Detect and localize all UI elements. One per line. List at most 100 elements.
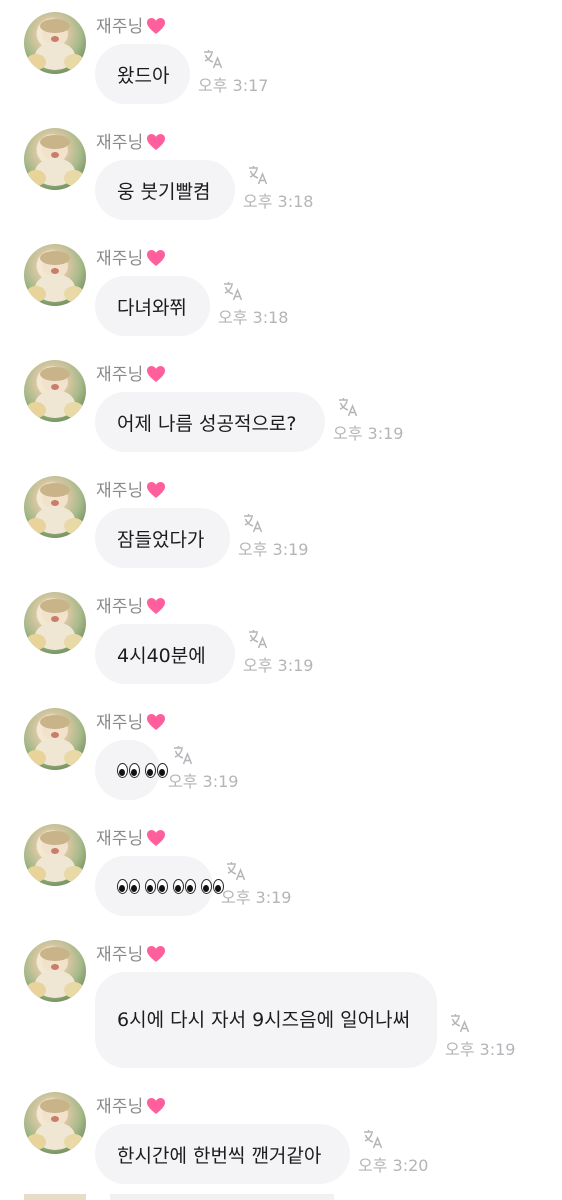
heart-icon xyxy=(146,247,166,277)
translate-icon[interactable] xyxy=(247,628,269,650)
avatar[interactable] xyxy=(24,12,86,74)
sender-name: 재주닝 xyxy=(96,708,166,738)
eyes-emoji xyxy=(117,762,172,778)
message-bubble[interactable] xyxy=(95,856,224,916)
sender-name: 재주닝 xyxy=(96,592,166,622)
sender-name-text: 재주닝 xyxy=(96,829,144,849)
message-text: 다녀와쮜 xyxy=(117,296,187,319)
message-bubble[interactable]: 어제 나름 성공적으로? xyxy=(95,392,325,452)
sender-name-text: 재주닝 xyxy=(96,945,144,965)
eye-icon xyxy=(129,762,140,778)
heart-icon xyxy=(146,131,166,161)
avatar[interactable] xyxy=(24,824,86,886)
sender-name-text: 재주닝 xyxy=(96,17,144,37)
heart-icon xyxy=(146,711,166,741)
message-row: 재주닝왔드아오후 3:17 xyxy=(0,0,562,116)
avatar[interactable] xyxy=(24,592,86,654)
message-row: 재주닝잠들었다가오후 3:19 xyxy=(0,464,562,580)
message-bubble[interactable]: 4시40분에 xyxy=(95,624,235,684)
message-row: 재주닝다녀와쮜오후 3:18 xyxy=(0,232,562,348)
sender-name-text: 재주닝 xyxy=(96,597,144,617)
message-text: 웅 붓기빨켬 xyxy=(117,180,211,203)
message-bubble xyxy=(110,1194,334,1200)
message-time: 오후 3:19 xyxy=(333,424,404,443)
message-text: 6시에 다시 자서 9시즈음에 일어나써 xyxy=(117,1009,411,1031)
sender-name: 재주닝 xyxy=(96,244,166,274)
sender-name: 재주닝 xyxy=(96,824,166,854)
message-time: 오후 3:19 xyxy=(168,772,239,791)
message-row: 재주닝오후 3:19 xyxy=(0,812,562,928)
translate-icon[interactable] xyxy=(242,512,264,534)
translate-icon[interactable] xyxy=(225,860,247,882)
avatar[interactable] xyxy=(24,360,86,422)
message-bubble[interactable]: 한시간에 한번씩 깬거같아 xyxy=(95,1124,350,1184)
message-time: 오후 3:19 xyxy=(243,656,314,675)
avatar[interactable] xyxy=(24,244,86,306)
message-time: 오후 3:19 xyxy=(445,1040,516,1059)
chat-thread: 재주닝 왔드아 오후 3:17 재주닝 웅 붓기빨켬 오후 3:18 재주닝 다녀와쮜 오후 3… xyxy=(0,0,562,1200)
translate-icon[interactable] xyxy=(222,280,244,302)
message-row: 재주닝 4시40분에오후 3:19 xyxy=(0,580,562,696)
message-bubble[interactable] xyxy=(95,740,168,800)
sender-name-text: 재주닝 xyxy=(96,365,144,385)
eye-icon xyxy=(185,878,196,894)
avatar[interactable] xyxy=(24,1092,86,1154)
translate-icon[interactable] xyxy=(247,164,269,186)
message-text: 어제 나름 성공적으로? xyxy=(117,412,297,435)
avatar[interactable] xyxy=(24,128,86,190)
eye-icon xyxy=(157,762,168,778)
eye-icon xyxy=(117,878,128,894)
avatar[interactable] xyxy=(24,476,86,538)
eye-icon xyxy=(173,878,184,894)
avatar xyxy=(24,1194,86,1200)
message-bubble[interactable]: 왔드아 xyxy=(95,44,190,104)
heart-icon xyxy=(146,1095,166,1125)
eye-icon xyxy=(145,878,156,894)
eyes-emoji xyxy=(117,878,228,894)
message-row: 재주닝 6시에 다시 자서 9시즈음에 일어나써오후 3:19 xyxy=(0,928,562,1068)
sender-name-text: 재주닝 xyxy=(96,1097,144,1117)
sender-name-text: 재주닝 xyxy=(96,713,144,733)
heart-icon xyxy=(146,943,166,973)
heart-icon xyxy=(146,479,166,509)
eye-icon xyxy=(145,762,156,778)
sender-name: 재주닝 xyxy=(96,12,166,42)
message-time: 오후 3:19 xyxy=(221,888,292,907)
heart-icon xyxy=(146,595,166,625)
message-time: 오후 3:18 xyxy=(243,192,314,211)
message-text: 한시간에 한번씩 깬거같아 xyxy=(117,1144,322,1167)
message-row: 재주닝오후 3:19 xyxy=(0,696,562,812)
message-text: 4시40분에 xyxy=(117,644,206,667)
translate-icon[interactable] xyxy=(337,396,359,418)
eye-icon xyxy=(117,762,128,778)
avatar[interactable] xyxy=(24,708,86,770)
translate-icon[interactable] xyxy=(202,48,224,70)
translate-icon[interactable] xyxy=(362,1128,384,1150)
message-bubble[interactable]: 잠들었다가 xyxy=(95,508,230,568)
message-time: 오후 3:20 xyxy=(358,1156,429,1175)
eye-icon xyxy=(201,878,212,894)
message-bubble[interactable]: 6시에 다시 자서 9시즈음에 일어나써 xyxy=(95,972,437,1068)
message-time: 오후 3:19 xyxy=(238,540,309,559)
message-bubble[interactable]: 웅 붓기빨켬 xyxy=(95,160,235,220)
message-text: 잠들었다가 xyxy=(117,528,205,551)
eye-icon xyxy=(129,878,140,894)
sender-name: 재주닝 xyxy=(96,128,166,158)
sender-name-text: 재주닝 xyxy=(96,481,144,501)
sender-name: 재주닝 xyxy=(96,1092,166,1122)
translate-icon[interactable] xyxy=(172,744,194,766)
avatar[interactable] xyxy=(24,940,86,1002)
sender-name: 재주닝 xyxy=(96,476,166,506)
message-bubble[interactable]: 다녀와쮜 xyxy=(95,276,210,336)
translate-icon[interactable] xyxy=(449,1012,471,1034)
sender-name-text: 재주닝 xyxy=(96,249,144,269)
message-time: 오후 3:17 xyxy=(198,76,269,95)
message-row: 재주닝한시간에 한번씩 깬거같아오후 3:20 xyxy=(0,1080,562,1196)
heart-icon xyxy=(146,15,166,45)
message-time: 오후 3:18 xyxy=(218,308,289,327)
sender-name-text: 재주닝 xyxy=(96,133,144,153)
sender-name: 재주닝 xyxy=(96,940,166,970)
eye-icon xyxy=(157,878,168,894)
heart-icon xyxy=(146,827,166,857)
message-text: 왔드아 xyxy=(117,64,170,87)
